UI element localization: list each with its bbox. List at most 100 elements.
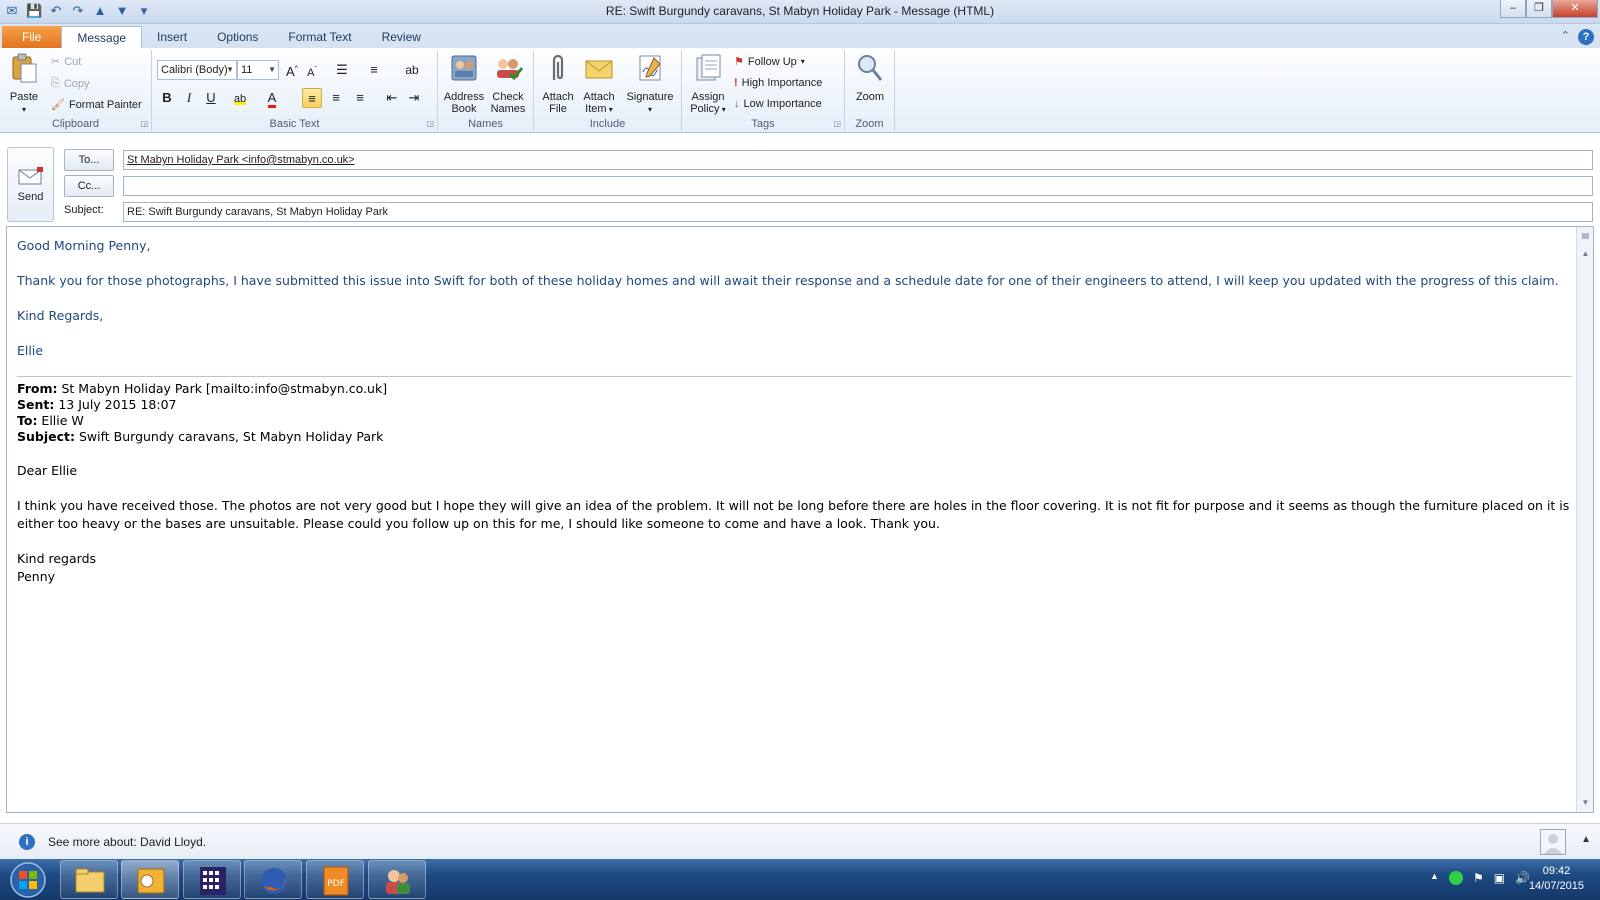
network-icon[interactable]: ▣: [1494, 871, 1505, 885]
redo-icon[interactable]: ↷: [70, 3, 86, 19]
shrink-font-button[interactable]: Aˇ: [302, 60, 322, 80]
font-size-combo[interactable]: 11 ▼: [237, 60, 279, 80]
grow-font-button[interactable]: A^: [282, 60, 302, 80]
taskbar-people-app[interactable]: [368, 860, 426, 899]
quoted-divider: [17, 376, 1572, 377]
tab-format-text[interactable]: Format Text: [273, 26, 366, 48]
start-button[interactable]: [4, 860, 52, 899]
attach-file-button[interactable]: Attach File: [538, 52, 578, 115]
tab-file[interactable]: File: [2, 26, 62, 48]
basic-text-dialog-launcher-icon[interactable]: ◲: [426, 119, 434, 128]
taskbar-calendar-app[interactable]: [183, 860, 241, 899]
basic-text-group-label: Basic Text: [269, 118, 320, 130]
message-body-editor[interactable]: Good Morning Penny, Thank you for those …: [6, 226, 1594, 813]
send-button[interactable]: Send: [7, 147, 54, 222]
styles-button[interactable]: ab: [402, 60, 422, 80]
help-icon[interactable]: ?: [1578, 29, 1594, 45]
quoted-name: Penny: [17, 569, 56, 584]
to-recipient[interactable]: St Mabyn Holiday Park <info@stmabyn.co.u…: [127, 154, 355, 166]
taskbar-clock[interactable]: 09:42 14/07/2015: [1529, 864, 1584, 894]
cc-button[interactable]: Cc...: [64, 175, 114, 197]
status-green-icon[interactable]: [1448, 871, 1463, 885]
save-icon[interactable]: 💾: [26, 3, 42, 19]
paste-button[interactable]: Paste ▾: [6, 52, 42, 116]
ruler-toggle-icon[interactable]: ▤: [1579, 229, 1592, 243]
numbered-list-icon: ≡: [370, 62, 378, 77]
italic-button[interactable]: I: [179, 88, 199, 108]
tags-dialog-launcher-icon[interactable]: ◲: [833, 119, 841, 128]
pdf-icon: PDF: [323, 866, 349, 896]
to-button[interactable]: To...: [64, 149, 114, 171]
font-name-combo[interactable]: Calibri (Body) ▼: [157, 60, 237, 80]
address-book-button[interactable]: Address Book: [442, 52, 486, 115]
undo-icon[interactable]: ↶: [48, 3, 64, 19]
signature-button[interactable]: Signature ▾: [622, 52, 678, 116]
cc-field[interactable]: [123, 176, 1593, 196]
align-left-button[interactable]: ≡: [302, 88, 322, 108]
magnifier-icon: [858, 55, 883, 81]
scroll-up-icon[interactable]: ▲: [1579, 247, 1592, 261]
info-icon: i: [19, 834, 35, 850]
follow-up-button[interactable]: ⚑ Follow Up ▾: [734, 55, 805, 69]
taskbar-explorer[interactable]: [60, 860, 118, 899]
bullets-button[interactable]: ☰: [332, 60, 352, 80]
minimize-button[interactable]: –: [1500, 0, 1526, 18]
signature-label: Signature: [626, 91, 674, 103]
clipboard-dialog-launcher-icon[interactable]: ◲: [140, 119, 148, 128]
decrease-indent-button[interactable]: ⇤: [382, 88, 402, 108]
chevron-down-icon: ▼: [268, 65, 276, 74]
increase-indent-icon: ⇥: [408, 90, 420, 105]
previous-item-icon[interactable]: ▲: [92, 3, 108, 19]
tab-review[interactable]: Review: [367, 26, 436, 48]
underline-icon: U: [206, 90, 216, 105]
underline-button[interactable]: U: [201, 88, 221, 108]
message-body-text[interactable]: Good Morning Penny, Thank you for those …: [17, 237, 1572, 586]
reply-closing: Kind Regards,: [17, 308, 104, 323]
tab-message[interactable]: Message: [61, 26, 143, 48]
high-importance-button[interactable]: ! High Importance: [734, 77, 822, 89]
copy-button[interactable]: ⎘ Copy: [51, 77, 90, 90]
firefox-icon: [261, 868, 287, 894]
address-book-label-line2: Book: [451, 103, 477, 115]
font-color-icon: A: [267, 90, 277, 108]
scroll-down-icon[interactable]: ▼: [1579, 796, 1592, 810]
outlook-icon[interactable]: ✉: [4, 3, 20, 19]
assign-policy-label-line1: Assign: [691, 91, 725, 103]
assign-policy-button[interactable]: Assign Policy ▾: [686, 52, 730, 116]
taskbar-firefox[interactable]: [244, 860, 302, 899]
taskbar-pdf-app[interactable]: PDF: [306, 860, 364, 899]
format-painter-button[interactable]: 🖌 Format Painter: [51, 98, 142, 112]
minimize-ribbon-icon[interactable]: ⌃: [1561, 29, 1570, 45]
zoom-button[interactable]: Zoom: [849, 52, 891, 103]
customize-toolbar-icon[interactable]: ▾: [136, 3, 152, 19]
subject-field[interactable]: RE: Swift Burgundy caravans, St Mabyn Ho…: [123, 202, 1593, 222]
check-names-button[interactable]: Check Names: [486, 52, 530, 115]
action-center-flag-icon[interactable]: ⚑: [1473, 871, 1484, 885]
low-importance-button[interactable]: ↓ Low Importance: [734, 98, 822, 110]
maximize-button[interactable]: ❐: [1526, 0, 1552, 18]
show-hidden-icons-icon[interactable]: ▲: [1430, 871, 1439, 885]
numbering-button[interactable]: ≡: [364, 60, 384, 80]
close-button[interactable]: ✕: [1552, 0, 1598, 18]
highlight-button[interactable]: ab: [230, 88, 250, 108]
high-importance-label: High Importance: [741, 77, 823, 89]
volume-icon[interactable]: 🔊: [1515, 871, 1530, 885]
people-pane-text[interactable]: See more about: David Lloyd.: [48, 835, 206, 849]
subject-label: Subject:: [64, 204, 104, 216]
cut-button[interactable]: ✂ Cut: [51, 55, 81, 69]
align-center-button[interactable]: ≡: [326, 88, 346, 108]
tab-insert[interactable]: Insert: [142, 26, 202, 48]
next-item-icon[interactable]: ▼: [114, 3, 130, 19]
attach-item-button[interactable]: Attach Item ▾: [578, 52, 620, 116]
bold-button[interactable]: B: [157, 88, 177, 108]
align-right-button[interactable]: ≡: [350, 88, 370, 108]
expand-people-pane-icon[interactable]: ▲: [1581, 834, 1591, 845]
taskbar-outlook[interactable]: [121, 860, 179, 899]
avatar[interactable]: [1540, 829, 1566, 855]
tab-options[interactable]: Options: [202, 26, 273, 48]
increase-indent-button[interactable]: ⇥: [404, 88, 424, 108]
vertical-scrollbar[interactable]: ▤ ▲ ▼: [1576, 227, 1593, 812]
quoted-from-label: From:: [17, 381, 58, 396]
to-field[interactable]: St Mabyn Holiday Park <info@stmabyn.co.u…: [123, 150, 1593, 170]
font-color-button[interactable]: A: [262, 88, 282, 108]
